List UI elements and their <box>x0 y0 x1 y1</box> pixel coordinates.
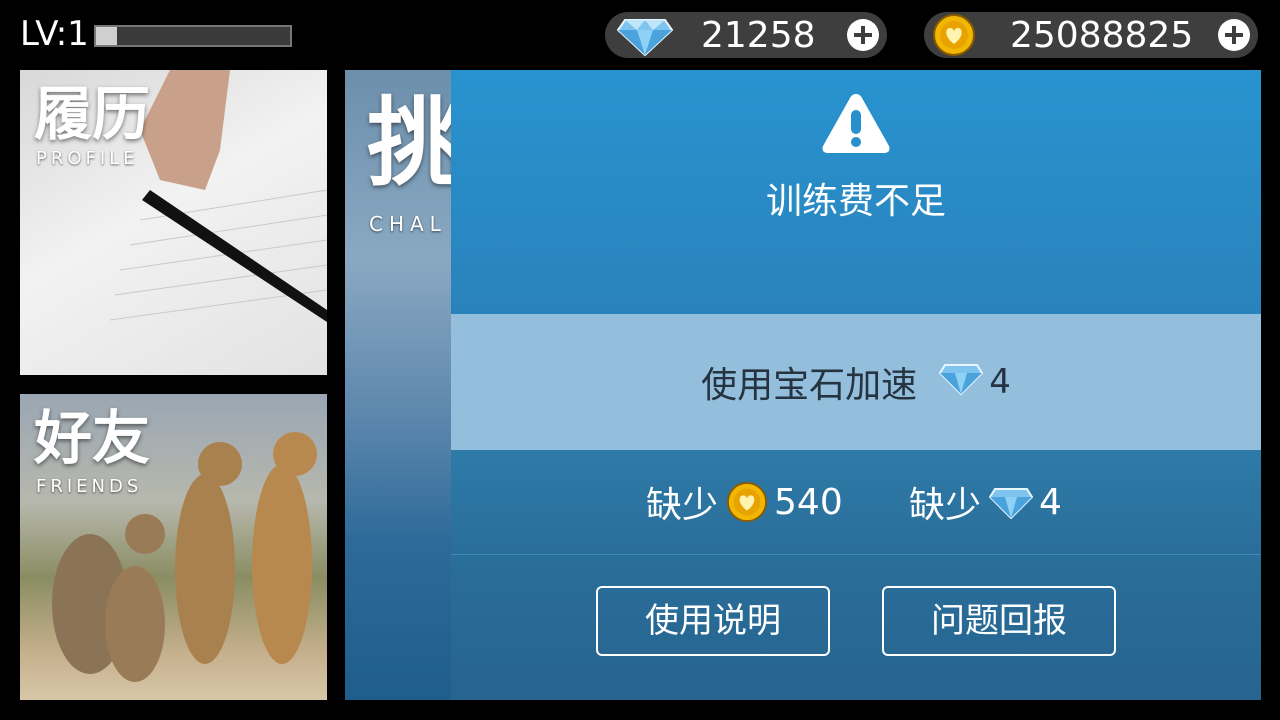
gem-shortage-label: 缺少 <box>909 485 982 526</box>
speedup-cost: 4 <box>989 362 1011 402</box>
add-coins-button[interactable] <box>1218 19 1250 51</box>
gem-shortage: 缺少 4 <box>909 450 1062 554</box>
xp-bar-fill <box>96 27 118 45</box>
profile-tile-title: 履历 <box>34 80 151 148</box>
insufficient-fee-dialog: 训练费不足 使用宝石加速 4 缺少 540 缺少 4 使用说明 问题回报 <box>451 70 1261 700</box>
warning-icon <box>820 90 892 160</box>
challenge-tile-title: 挑 <box>367 87 463 199</box>
help-button[interactable]: 使用说明 <box>596 586 830 656</box>
level-label: LV:1 <box>20 14 89 54</box>
gem-shortage-amount: 4 <box>1039 481 1062 523</box>
coin-count: 25088825 <box>1010 15 1194 56</box>
report-issue-button[interactable]: 问题回报 <box>882 586 1116 656</box>
coin-shortage-label: 缺少 <box>646 485 719 526</box>
dialog-footer: 使用说明 问题回报 <box>451 555 1261 700</box>
gem-icon <box>616 14 674 60</box>
friends-tile-title: 好友 <box>34 404 151 472</box>
add-gems-button[interactable] <box>847 19 879 51</box>
gem-icon <box>938 361 984 404</box>
profile-tile[interactable]: 履历 PROFILE <box>20 70 327 375</box>
dialog-header: 训练费不足 <box>451 70 1261 314</box>
profile-tile-subtitle: PROFILE <box>36 148 139 169</box>
xp-bar <box>94 25 292 47</box>
coin-shortage-amount: 540 <box>774 481 843 523</box>
gem-count: 21258 <box>701 15 816 56</box>
friends-tile-subtitle: FRIENDS <box>36 476 143 497</box>
dialog-title: 训练费不足 <box>765 181 946 222</box>
gem-counter: 21258 <box>605 12 887 58</box>
gem-icon <box>989 485 1034 519</box>
challenge-tile[interactable]: 挑 CHAL <box>345 70 465 700</box>
friends-tile[interactable]: 好友 FRIENDS <box>20 394 327 700</box>
coin-shortage: 缺少 540 <box>646 450 843 554</box>
speedup-row: 使用宝石加速 4 <box>451 314 1261 450</box>
challenge-tile-subtitle: CHAL <box>369 212 447 236</box>
shortage-row: 缺少 540 缺少 4 <box>451 450 1261 555</box>
coin-icon <box>932 13 976 61</box>
speedup-with-gems-button[interactable]: 使用宝石加速 4 <box>451 314 1261 450</box>
speedup-label: 使用宝石加速 <box>701 365 918 406</box>
coin-icon <box>726 481 768 523</box>
coin-counter: 25088825 <box>924 12 1258 58</box>
